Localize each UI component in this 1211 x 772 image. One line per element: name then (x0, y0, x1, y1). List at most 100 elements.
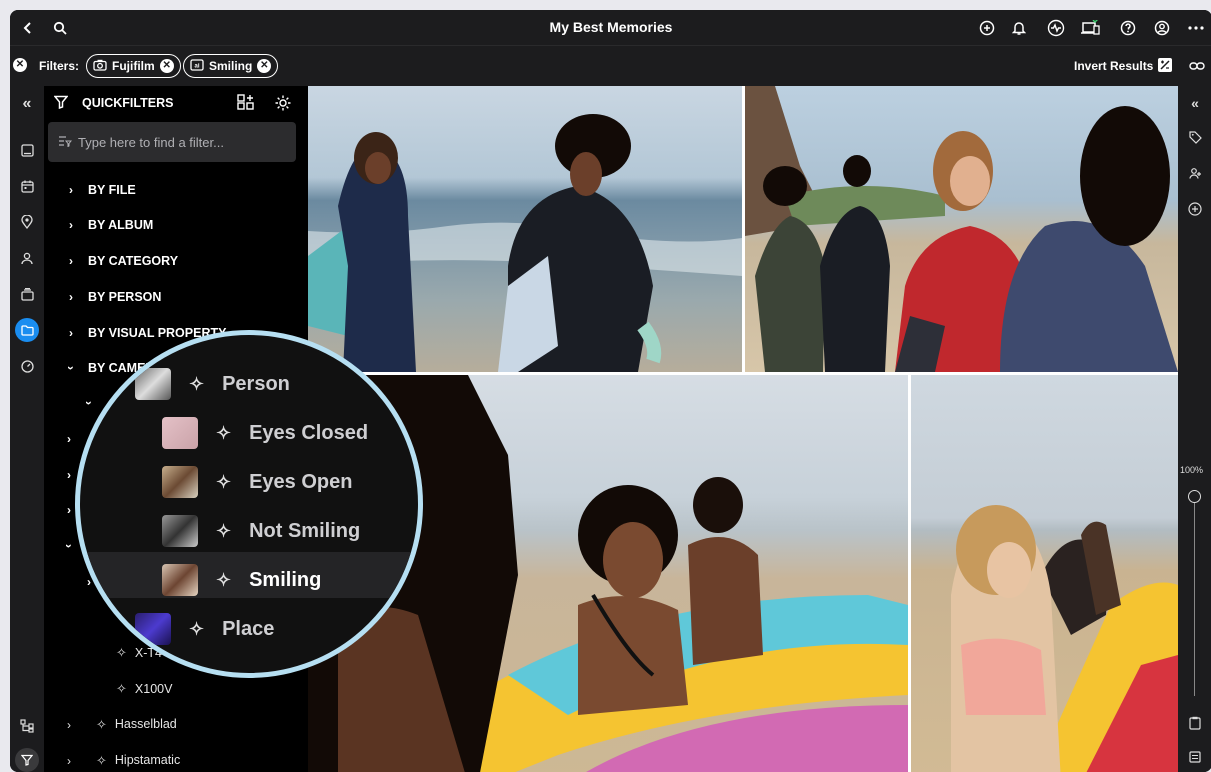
settings-icon[interactable] (274, 94, 292, 115)
chevron-right-icon: › (69, 254, 73, 268)
zoom-slider-track[interactable] (1194, 496, 1195, 696)
row-label: Eyes Open (249, 470, 353, 493)
tree-collapsed-row[interactable]: › (64, 499, 74, 521)
photo-woman-surfboard[interactable] (911, 375, 1178, 772)
remove-chip-icon[interactable]: ✕ (257, 59, 272, 73)
pin-icon: ✧ (189, 618, 205, 639)
zoom-slider-handle[interactable] (1188, 490, 1201, 503)
tree-item-hipstamatic[interactable]: › ✧ Hipstamatic (64, 750, 180, 772)
magnifier-callout: ✧ Person ✧ Eyes Closed ✧ Eyes Open ✧ Not… (75, 330, 423, 678)
collapse-icon[interactable]: « (15, 92, 39, 116)
filter-chip-smiling[interactable]: ai Smiling ✕ (183, 54, 279, 78)
tree-item-label: Hipstamatic (114, 753, 181, 767)
chevron-right-icon: › (67, 718, 71, 732)
more-icon[interactable] (1184, 16, 1208, 40)
zoom-level-label: 100% (1180, 465, 1204, 475)
app-window: My Best Memories ✕ Filters: Fujifilm ✕ a… (10, 10, 1211, 772)
tree-item-by-album[interactable]: › BY ALBUM (66, 214, 153, 236)
right-rail: « 100% (1178, 86, 1211, 772)
dashboard-icon[interactable] (15, 354, 39, 378)
account-icon[interactable] (1150, 16, 1174, 40)
chevron-down-icon: › (62, 544, 76, 548)
list-view-icon[interactable] (1184, 746, 1206, 768)
tree-item-by-category[interactable]: › BY CATEGORY (66, 250, 178, 272)
row-label: Not Smiling (249, 519, 361, 542)
magnifier-row-eyes-open[interactable]: ✧ Eyes Open (162, 459, 352, 505)
albums-icon[interactable] (15, 282, 39, 306)
tree-collapsed-row[interactable]: › (64, 464, 74, 486)
clipboard-icon[interactable] (1184, 712, 1206, 734)
row-label: Person (222, 372, 290, 395)
invert-results-icon[interactable] (1157, 57, 1173, 78)
add-icon[interactable] (975, 16, 999, 40)
calendar-icon[interactable] (15, 174, 39, 198)
photo-surfers-walking[interactable] (308, 86, 742, 372)
tree-item-label: Hasselblad (114, 717, 177, 731)
search-placeholder: Type here to find a filter... (78, 134, 224, 150)
help-icon[interactable] (1116, 16, 1140, 40)
clear-filters-button[interactable]: ✕ (13, 58, 27, 72)
tree-collapsed-row[interactable]: › (64, 428, 74, 450)
filter-bar: ✕ Filters: Fujifilm ✕ ai Smiling ✕ Inver… (10, 47, 1211, 85)
hierarchy-icon[interactable] (15, 714, 39, 738)
row-label: Eyes Closed (249, 421, 369, 444)
invert-results-label[interactable]: Invert Results (1074, 59, 1153, 73)
tree-item-label: BY FILE (88, 183, 136, 197)
link-icon[interactable] (1189, 59, 1205, 77)
person-thumbnail (135, 368, 171, 400)
svg-text:ai: ai (194, 63, 199, 69)
chevron-down-icon: › (64, 366, 78, 370)
tag-icon[interactable] (1184, 126, 1206, 148)
photo-grid (308, 86, 1178, 772)
pin-icon: ✧ (96, 717, 107, 732)
eyes-open-thumbnail (162, 466, 198, 498)
quickfilters-header: QUICKFILTERS (44, 86, 308, 120)
pin-icon: ✧ (116, 681, 127, 696)
tree-item-label: BY ALBUM (88, 218, 154, 232)
location-icon[interactable] (15, 210, 39, 234)
chevron-right-icon: › (69, 326, 73, 340)
tree-item-label: X100V (134, 682, 173, 696)
tree-item-x100v[interactable]: ✧ X100V (116, 678, 172, 700)
magnifier-row-person[interactable]: ✧ Person (135, 361, 290, 407)
activity-icon[interactable] (1044, 16, 1068, 40)
filter-chip-label: Smiling (209, 59, 253, 73)
ai-face-icon: ai (190, 58, 204, 74)
pin-icon: ✧ (116, 645, 127, 660)
tree-item-by-person[interactable]: › BY PERSON (66, 286, 161, 308)
magnifier-row-not-smiling[interactable]: ✧ Not Smiling (162, 508, 360, 554)
photos-icon[interactable] (15, 138, 39, 162)
add-circle-icon[interactable] (1184, 198, 1206, 220)
place-thumbnail (135, 613, 171, 645)
remove-chip-icon[interactable]: ✕ (159, 59, 174, 73)
magnifier-row-smiling[interactable]: ✧ Smiling (162, 557, 321, 603)
chevron-right-icon: › (69, 290, 73, 304)
add-filter-icon[interactable] (237, 94, 255, 115)
filter-search-input[interactable]: Type here to find a filter... (48, 122, 296, 162)
filters-label: Filters: (39, 59, 80, 73)
chevron-down-icon: › (82, 401, 96, 405)
tree-expanded-row[interactable]: › (62, 535, 76, 557)
pin-icon: ✧ (216, 471, 232, 492)
folder-icon[interactable] (15, 318, 39, 342)
people-tag-icon[interactable] (1184, 162, 1206, 184)
bell-icon[interactable] (1007, 16, 1031, 40)
tree-item-by-file[interactable]: › BY FILE (66, 179, 136, 201)
tree-expand-row[interactable]: › (82, 392, 96, 414)
expand-panel-icon[interactable]: « (1184, 92, 1206, 114)
tree-item-label: BY PERSON (88, 290, 162, 304)
quickfilters-title: QUICKFILTERS (82, 96, 174, 110)
person-icon[interactable] (15, 246, 39, 270)
filter-icon[interactable] (15, 748, 39, 772)
chevron-right-icon: › (67, 754, 71, 768)
pin-icon: ✧ (216, 520, 232, 541)
photo-wetsuit-group[interactable] (745, 86, 1178, 372)
filter-chip-fujifilm[interactable]: Fujifilm ✕ (86, 54, 181, 78)
devices-icon[interactable] (1078, 16, 1102, 40)
pin-icon: ✧ (216, 569, 232, 590)
title-bar: My Best Memories (10, 10, 1211, 46)
magnifier-row-eyes-closed[interactable]: ✧ Eyes Closed (162, 410, 368, 456)
tree-item-hasselblad[interactable]: › ✧ Hasselblad (64, 714, 177, 736)
chevron-right-icon: › (67, 432, 71, 446)
magnifier-row-place[interactable]: ✧ Place (135, 606, 274, 652)
